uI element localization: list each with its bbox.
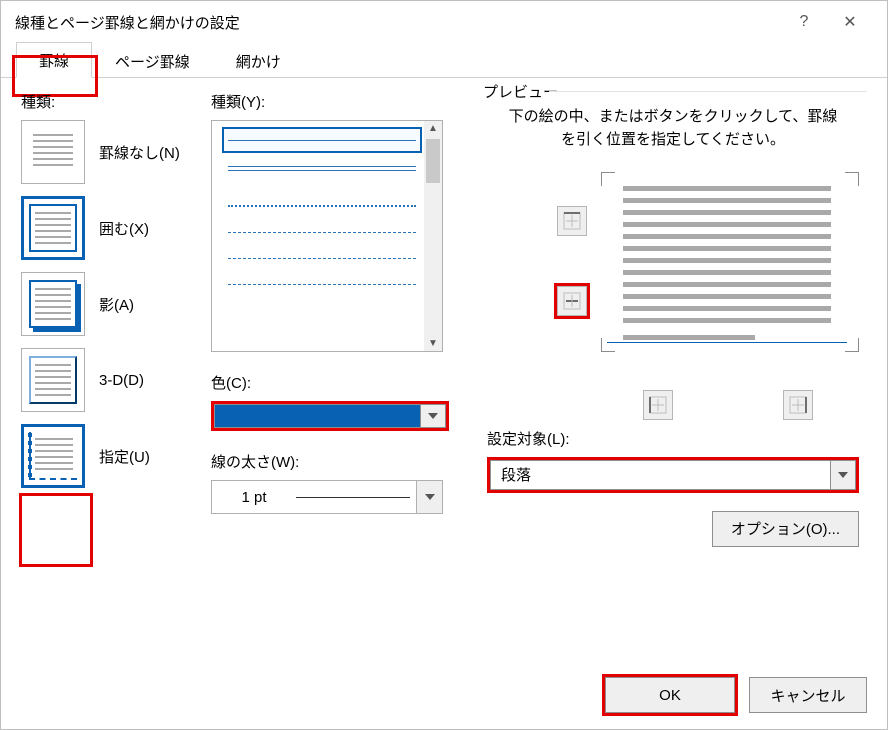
help-icon[interactable]: ? <box>781 1 827 43</box>
style-scrollbar[interactable]: ▲ ▼ <box>424 121 442 351</box>
setting-custom[interactable]: 指定(U) <box>21 424 211 488</box>
cancel-button[interactable]: キャンセル <box>749 677 867 713</box>
style-solid[interactable] <box>222 127 422 153</box>
color-combobox[interactable] <box>211 401 449 431</box>
style-double[interactable] <box>222 153 422 179</box>
setting-box-label: 囲む(X) <box>99 218 149 239</box>
chevron-down-icon[interactable] <box>830 460 856 490</box>
apply-to-value: 段落 <box>490 460 830 490</box>
tab-borders[interactable]: 罫線 <box>16 42 92 78</box>
close-icon[interactable]: ✕ <box>827 1 873 43</box>
scroll-up-icon[interactable]: ▲ <box>428 121 438 136</box>
setting-box[interactable]: 囲む(X) <box>21 196 211 260</box>
tab-page-borders[interactable]: ページ罫線 <box>92 43 213 78</box>
tab-strip: 罫線 ページ罫線 網かけ <box>1 43 887 78</box>
color-label: 色(C): <box>211 372 479 393</box>
setting-shadow[interactable]: 影(A) <box>21 272 211 336</box>
color-swatch <box>214 404 420 428</box>
style-dotted[interactable] <box>222 193 422 219</box>
scroll-thumb[interactable] <box>426 139 440 183</box>
style-dash-s[interactable] <box>222 219 422 245</box>
apply-to-label: 設定対象(L): <box>487 428 859 449</box>
setting-none[interactable]: 罫線なし(N) <box>21 120 211 184</box>
style-dash-m[interactable] <box>222 245 422 271</box>
chevron-down-icon[interactable] <box>420 404 446 428</box>
ok-button[interactable]: OK <box>605 677 735 713</box>
style-listbox[interactable]: ▲ ▼ <box>211 120 443 352</box>
preview-bottom-border <box>607 342 847 343</box>
border-top-toggle[interactable] <box>557 206 587 236</box>
preview-diagram[interactable] <box>497 172 849 422</box>
setting-none-label: 罫線なし(N) <box>99 142 180 163</box>
setting-custom-label: 指定(U) <box>99 446 150 467</box>
preview-paragraph[interactable] <box>617 180 837 336</box>
preview-hint: 下の絵の中、またはボタンをクリックして、罫線を引く位置を指定してください。 <box>503 105 843 152</box>
width-preview-line <box>296 497 410 498</box>
width-value: 1 pt <box>212 489 296 506</box>
dialog-title: 線種とページ罫線と網かけの設定 <box>15 12 781 33</box>
tab-shading[interactable]: 網かけ <box>213 43 304 78</box>
width-combobox[interactable]: 1 pt <box>211 480 443 514</box>
setting-label: 種類: <box>21 91 211 112</box>
style-label: 種類(Y): <box>211 91 479 112</box>
setting-3d-label: 3-D(D) <box>99 372 144 389</box>
border-right-toggle[interactable] <box>783 390 813 420</box>
setting-shadow-label: 影(A) <box>99 294 134 315</box>
style-dash-l[interactable] <box>222 271 422 297</box>
scroll-down-icon[interactable]: ▼ <box>428 336 438 351</box>
border-left-toggle[interactable] <box>643 390 673 420</box>
border-inside-h-toggle[interactable] <box>557 286 587 316</box>
width-label: 線の太さ(W): <box>211 451 479 472</box>
setting-3d[interactable]: 3-D(D) <box>21 348 211 412</box>
chevron-down-icon[interactable] <box>416 481 442 513</box>
apply-to-combobox[interactable]: 段落 <box>487 457 859 493</box>
options-button[interactable]: オプション(O)... <box>712 511 859 547</box>
